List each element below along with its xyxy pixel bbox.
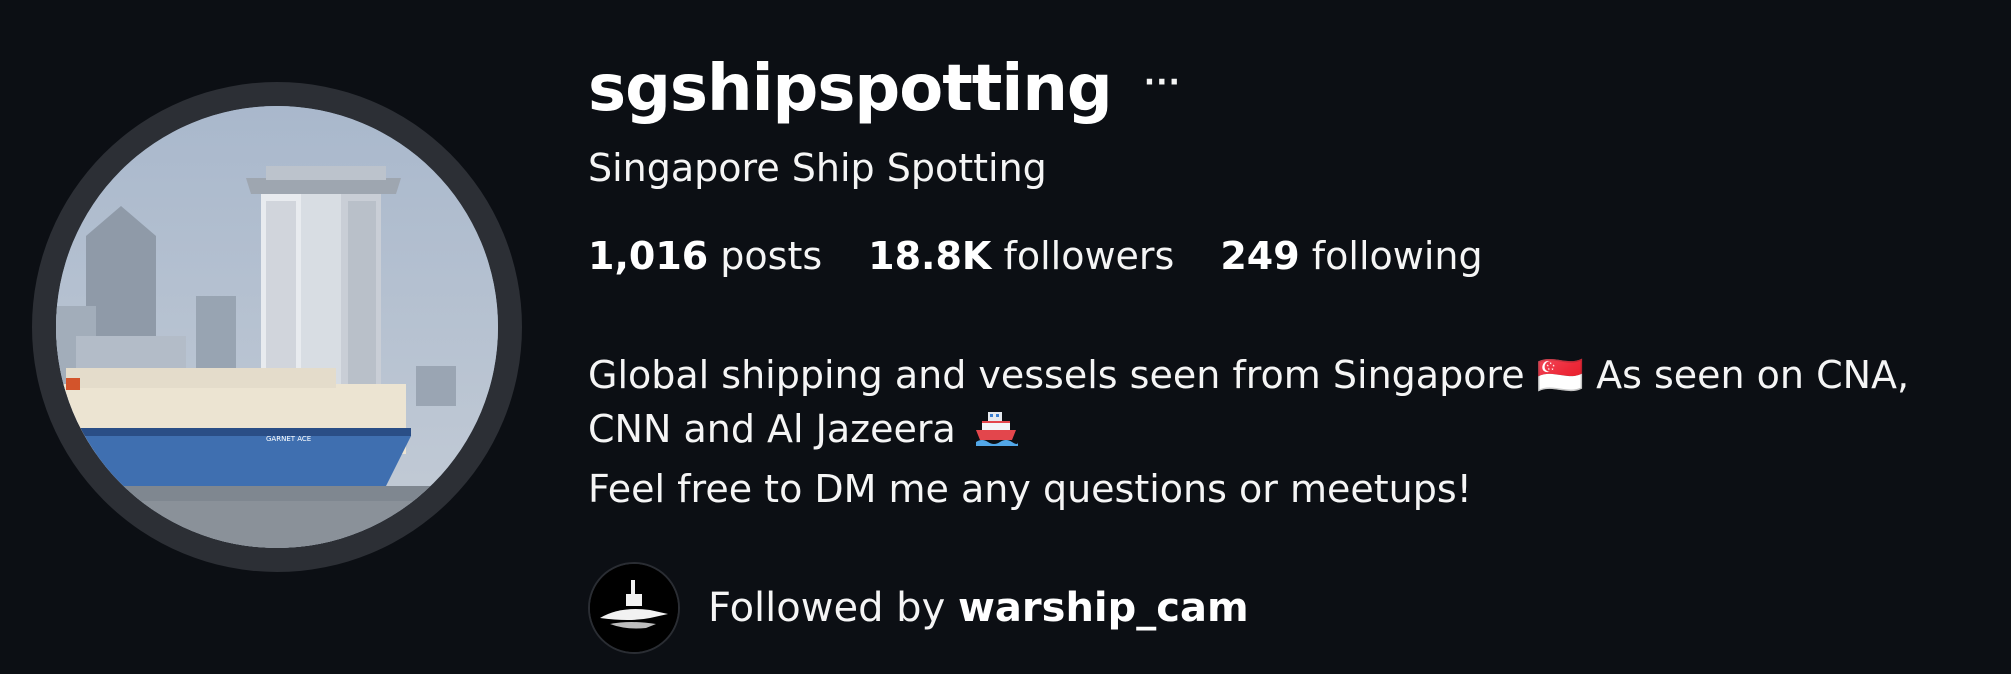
bio-line-2-row: CNN and Al Jazeera (588, 402, 2008, 462)
profile-stats: 1,016 posts 18.8K followers 249 followin… (588, 234, 1529, 278)
username-row: sgshipspotting ··· (588, 44, 1181, 134)
followed-by[interactable]: Followed by warship_cam (588, 560, 1249, 656)
more-options-icon[interactable]: ··· (1144, 65, 1181, 100)
followers-count: 18.8K (868, 234, 992, 278)
svg-text:GARNET ACE: GARNET ACE (266, 435, 311, 443)
full-name: Singapore Ship Spotting (588, 146, 1047, 190)
profile-bio: Global shipping and vessels seen from Si… (588, 348, 2008, 516)
profile-header: GARNET ACE sgshipspotting ··· Singapore … (0, 0, 2011, 674)
followed-by-text: Followed by warship_cam (708, 585, 1249, 631)
followed-by-username[interactable]: warship_cam (958, 585, 1249, 631)
followed-by-prefix: Followed by (708, 585, 946, 631)
posts-label: posts (720, 234, 823, 278)
bio-line-3: Feel free to DM me any questions or meet… (588, 467, 1472, 511)
ship-photo-icon: GARNET ACE (56, 106, 498, 548)
following-stat[interactable]: 249 following (1220, 234, 1482, 278)
following-count: 249 (1220, 234, 1300, 278)
following-label: following (1311, 234, 1483, 278)
posts-count: 1,016 (588, 234, 709, 278)
profile-avatar[interactable]: GARNET ACE (56, 106, 498, 548)
submarine-avatar[interactable] (588, 562, 680, 654)
username: sgshipspotting (588, 52, 1113, 126)
ship-emoji-icon (974, 408, 1018, 462)
followers-label: followers (1003, 234, 1175, 278)
posts-stat: 1,016 posts (588, 234, 822, 278)
bio-line-2: CNN and Al Jazeera (588, 407, 956, 451)
bio-line-1: Global shipping and vessels seen from Si… (588, 353, 1910, 397)
followers-stat[interactable]: 18.8K followers (868, 234, 1174, 278)
